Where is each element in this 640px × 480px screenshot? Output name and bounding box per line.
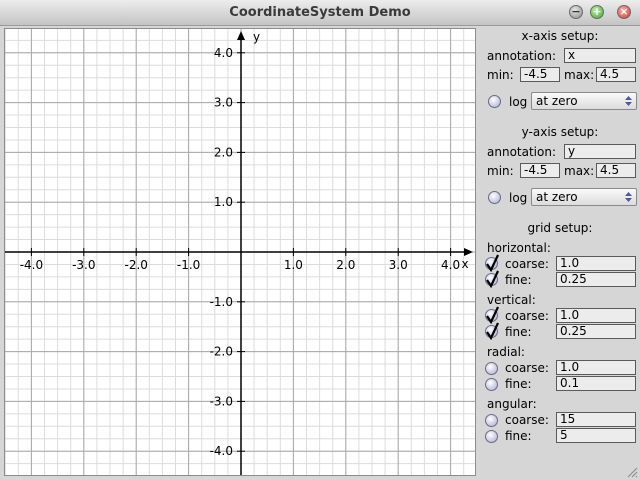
vertical-fine-label: fine: <box>505 325 532 339</box>
close-button[interactable]: × <box>617 5 631 19</box>
x-tick-label: -4.0 <box>20 258 43 272</box>
xaxis-log-radio[interactable] <box>488 95 501 108</box>
checkmark-icon <box>486 322 499 340</box>
xaxis-title: x-axis setup: <box>521 29 599 43</box>
x-tick-label: 1.0 <box>284 258 303 272</box>
select-arrows-icon <box>625 192 632 202</box>
y-tick-label: 2.0 <box>214 145 233 159</box>
horizontal-coarse-field[interactable]: 1.0 <box>556 256 636 271</box>
angular-fine-label: fine: <box>505 429 532 443</box>
xaxis-max-field[interactable]: 4.5 <box>596 67 636 82</box>
angular-fine-field[interactable]: 5 <box>556 428 636 443</box>
yaxis-max-field[interactable]: 4.5 <box>596 163 636 178</box>
angular-coarse-checkbox[interactable] <box>485 414 498 427</box>
plot-canvas: x y -4.0 -3.0 -2.0 -1.0 1.0 2.0 3.0 4.0 4.0 3.0 2.0 1… <box>5 29 475 475</box>
radial-fine-label: fine: <box>505 377 532 391</box>
grid-angular-label: angular: <box>487 397 537 411</box>
radial-fine-field[interactable]: 0.1 <box>556 376 636 391</box>
xaxis-min-label: min: <box>487 68 514 82</box>
vertical-coarse-checkbox[interactable] <box>485 306 499 324</box>
x-tick-label: -1.0 <box>177 258 200 272</box>
title-bar[interactable]: CoordinateSystem Demo − + × <box>0 0 640 26</box>
horizontal-coarse-checkbox[interactable] <box>485 254 499 272</box>
x-tick-label: 3.0 <box>389 258 408 272</box>
grid-radial-label: radial: <box>487 345 525 359</box>
xaxis-annotation-label: annotation: <box>487 49 556 63</box>
radial-fine-checkbox[interactable] <box>485 378 498 391</box>
x-axis-arrow <box>464 248 473 256</box>
window-title: CoordinateSystem Demo <box>229 5 411 20</box>
yaxis-log-radio[interactable] <box>488 191 501 204</box>
x-axis-label: x <box>461 257 468 271</box>
radial-coarse-field[interactable]: 1.0 <box>556 360 636 375</box>
xaxis-annotation-field[interactable]: x <box>564 48 636 63</box>
xaxis-position-value: at zero <box>536 94 578 108</box>
yaxis-position-value: at zero <box>536 190 578 204</box>
maximize-button[interactable]: + <box>590 5 604 19</box>
y-tick-label: 1.0 <box>214 195 233 209</box>
coordinate-plot: x y -4.0 -3.0 -2.0 -1.0 1.0 2.0 3.0 4.0 4.0 3.0 2.0 1… <box>4 28 476 476</box>
xaxis-min-field[interactable]: -4.5 <box>520 67 560 82</box>
grid-horizontal-label: horizontal: <box>487 241 551 255</box>
xaxis-position-select[interactable]: at zero <box>531 92 637 110</box>
resize-grip-icon[interactable] <box>626 466 638 478</box>
horizontal-fine-label: fine: <box>505 273 532 287</box>
xaxis-log-label: log <box>509 95 528 109</box>
yaxis-position-select[interactable]: at zero <box>531 188 637 206</box>
x-tick-label: -3.0 <box>72 258 95 272</box>
horizontal-fine-checkbox[interactable] <box>485 270 499 288</box>
xaxis-max-label: max: <box>564 68 595 82</box>
radial-coarse-checkbox[interactable] <box>485 362 498 375</box>
horizontal-fine-field[interactable]: 0.25 <box>556 272 636 287</box>
y-axis-label: y <box>253 30 260 44</box>
x-tick-label: 4.0 <box>441 258 460 272</box>
x-tick-label: -2.0 <box>124 258 147 272</box>
minimize-button[interactable]: − <box>569 5 583 19</box>
yaxis-max-label: max: <box>564 164 595 178</box>
y-tick-label: 3.0 <box>214 96 233 110</box>
x-tick-label: 2.0 <box>336 258 355 272</box>
yaxis-annotation-label: annotation: <box>487 145 556 159</box>
y-axis-arrow <box>237 31 245 40</box>
radial-coarse-label: coarse: <box>505 361 549 375</box>
y-tick-label: -1.0 <box>210 295 233 309</box>
grid-vertical-label: vertical: <box>487 293 536 307</box>
select-arrows-icon <box>625 96 632 106</box>
angular-coarse-label: coarse: <box>505 413 549 427</box>
yaxis-log-label: log <box>509 191 528 205</box>
yaxis-min-label: min: <box>487 164 514 178</box>
vertical-fine-field[interactable]: 0.25 <box>556 324 636 339</box>
y-tick-label: -2.0 <box>210 345 233 359</box>
y-tick-label: -3.0 <box>210 394 233 408</box>
settings-panel: x-axis setup: annotation: x min: -4.5 ma… <box>480 26 640 480</box>
checkmark-icon <box>486 270 499 288</box>
grid-title: grid setup: <box>527 221 593 235</box>
yaxis-title: y-axis setup: <box>521 125 599 139</box>
angular-coarse-field[interactable]: 15 <box>556 412 636 427</box>
y-tick-label: 4.0 <box>214 46 233 60</box>
yaxis-annotation-field[interactable]: y <box>564 144 636 159</box>
y-tick-label: -4.0 <box>210 444 233 458</box>
vertical-coarse-field[interactable]: 1.0 <box>556 308 636 323</box>
yaxis-min-field[interactable]: -4.5 <box>520 163 560 178</box>
angular-fine-checkbox[interactable] <box>485 430 498 443</box>
vertical-coarse-label: coarse: <box>505 309 549 323</box>
vertical-fine-checkbox[interactable] <box>485 322 499 340</box>
horizontal-coarse-label: coarse: <box>505 257 549 271</box>
